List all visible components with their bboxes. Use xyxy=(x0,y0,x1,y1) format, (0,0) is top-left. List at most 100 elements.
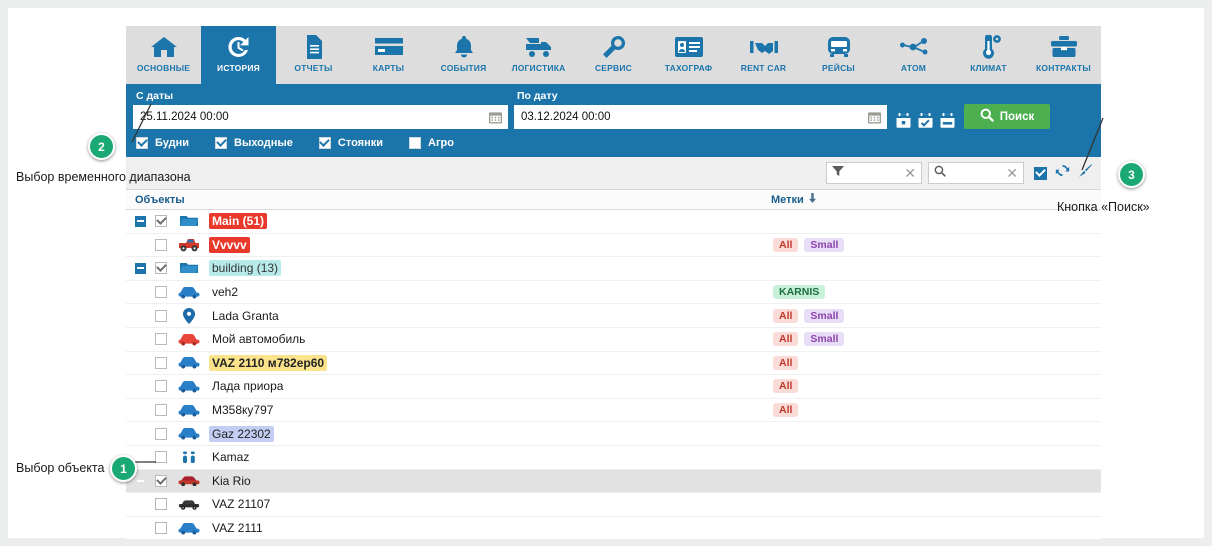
refresh-icon[interactable] xyxy=(1055,163,1070,183)
row-checkbox[interactable] xyxy=(155,380,167,393)
table-row[interactable]: Мой автомобиль All Small xyxy=(126,328,1101,352)
table-row[interactable]: M358ку797 All xyxy=(126,399,1101,423)
row-checkbox[interactable] xyxy=(155,215,167,228)
car-darkred-icon xyxy=(178,474,200,487)
clear-brush-icon[interactable] xyxy=(1078,163,1093,183)
row-checkbox[interactable] xyxy=(155,262,167,275)
table-row[interactable]: Vvvvv All Small xyxy=(126,234,1101,258)
tab-label: RENT CAR xyxy=(740,63,787,73)
tab-klimat[interactable]: КЛИМАТ xyxy=(951,26,1026,84)
calendar-day-icon[interactable] xyxy=(896,113,911,129)
expander-icon[interactable] xyxy=(135,215,146,227)
checkbox-box xyxy=(136,137,148,149)
search-icon xyxy=(934,164,946,182)
checkbox-stoyanki[interactable]: Стоянки xyxy=(318,137,383,149)
tag-badge[interactable]: All xyxy=(773,379,799,394)
tab-atom[interactable]: АТОМ xyxy=(876,26,951,84)
tab-label: ОСНОВНЫЕ xyxy=(136,63,191,73)
row-checkbox[interactable] xyxy=(155,451,167,464)
table-row[interactable]: Лада приора All xyxy=(126,375,1101,399)
row-checkbox[interactable] xyxy=(155,498,167,511)
select-all-checkbox[interactable] xyxy=(1034,166,1047,180)
table-row[interactable]: Kia Rio xyxy=(126,469,1101,494)
table-row[interactable]: VAZ 21107 xyxy=(126,493,1101,517)
table-row[interactable]: veh2 KARNIS xyxy=(126,281,1101,305)
row-checkbox[interactable] xyxy=(155,356,167,369)
row-name: Lada Granta xyxy=(212,308,279,323)
folder-icon xyxy=(178,261,200,275)
row-checkbox[interactable] xyxy=(155,404,167,417)
tab-otchety[interactable]: ОТЧЕТЫ xyxy=(276,26,351,84)
table-row[interactable]: Main (51) xyxy=(126,210,1101,234)
row-tags-cell: All Small xyxy=(771,332,845,347)
tag-badge[interactable]: All xyxy=(773,237,799,252)
checkbox-agro[interactable]: Агро xyxy=(409,137,454,149)
tab-reysy[interactable]: РЕЙСЫ xyxy=(801,26,876,84)
column-header-objects[interactable]: Объекты xyxy=(126,194,771,206)
tab-tahograf[interactable]: ТАХОГРАФ xyxy=(651,26,726,84)
tab-karty[interactable]: КАРТЫ xyxy=(351,26,426,84)
clear-search-icon[interactable]: ✕ xyxy=(1006,166,1018,180)
tag-badge[interactable]: Small xyxy=(804,332,845,347)
table-row[interactable]: VAZ 2110 м782ер60 All xyxy=(126,352,1101,376)
checkbox-vyhodnye[interactable]: Выходные xyxy=(215,137,293,149)
search-field[interactable]: ✕ xyxy=(928,162,1024,184)
tag-badge[interactable]: All xyxy=(773,308,799,323)
column-header-tags[interactable]: Метки xyxy=(771,193,817,206)
row-checkbox[interactable] xyxy=(155,309,167,322)
row-checkbox[interactable] xyxy=(155,238,167,251)
tab-osnovnye[interactable]: ОСНОВНЫЕ xyxy=(126,26,201,84)
expander-icon[interactable] xyxy=(135,262,146,274)
bell-icon xyxy=(453,33,475,60)
tag-badge[interactable]: KARNIS xyxy=(773,285,826,300)
tab-logistika[interactable]: ЛОГИСТИКА xyxy=(501,26,576,84)
tag-badge[interactable]: Small xyxy=(804,237,845,252)
clear-filter-icon[interactable]: ✕ xyxy=(904,166,916,180)
search-button[interactable]: Поиск xyxy=(964,104,1050,129)
row-object-cell: Lada Granta xyxy=(126,307,771,324)
calendar-range-icon[interactable] xyxy=(940,113,955,129)
table-row[interactable]: VAZ 2111 xyxy=(126,517,1101,540)
tab-istoriya[interactable]: ИСТОРИЯ xyxy=(201,26,276,84)
row-checkbox[interactable] xyxy=(155,286,167,299)
tag-badge[interactable]: Small xyxy=(804,308,845,323)
row-checkbox[interactable] xyxy=(155,427,167,440)
row-checkbox[interactable] xyxy=(155,333,167,346)
row-object-cell: veh2 xyxy=(126,284,771,300)
folder-icon xyxy=(178,214,200,228)
table-row[interactable]: Gaz 22302 xyxy=(126,422,1101,446)
tag-badge[interactable]: All xyxy=(773,403,799,418)
filter-field[interactable]: ✕ xyxy=(826,162,922,184)
calendar-icon[interactable] xyxy=(489,111,508,124)
tag-badge[interactable]: All xyxy=(773,355,799,370)
date-to-label: По дату xyxy=(517,90,558,102)
row-tags-cell: All xyxy=(771,403,799,418)
tab-servis[interactable]: СЕРВИС xyxy=(576,26,651,84)
date-from-group: С даты 25.11.2024 00:00 xyxy=(133,89,508,129)
table-row[interactable]: Lada Granta All Small xyxy=(126,304,1101,328)
date-to-input[interactable]: 03.12.2024 00:00 xyxy=(514,105,887,129)
row-object-cell: VAZ 2111 xyxy=(126,520,771,536)
table-row[interactable]: Kamaz xyxy=(126,446,1101,470)
tab-kontrakty[interactable]: КОНТРАКТЫ xyxy=(1026,26,1101,84)
checkbox-budni[interactable]: Будни xyxy=(136,137,189,149)
car-blue-icon xyxy=(178,404,200,417)
date-from-input[interactable]: 25.11.2024 00:00 xyxy=(133,105,508,129)
table-row[interactable]: building (13) xyxy=(126,257,1101,281)
expander-placeholder xyxy=(135,452,146,463)
annotation-number: 3 xyxy=(1128,167,1135,182)
tab-label: ИСТОРИЯ xyxy=(217,63,260,73)
row-checkbox[interactable] xyxy=(155,474,167,487)
calendar-icon[interactable] xyxy=(868,111,887,124)
row-object-cell: M358ку797 xyxy=(126,402,771,418)
tab-rent-car[interactable]: RENT CAR xyxy=(726,26,801,84)
annotation-badge-2: 2 xyxy=(88,133,115,160)
tag-badge[interactable]: All xyxy=(773,332,799,347)
quick-date-buttons xyxy=(887,113,964,129)
row-object-cell: Мой автомобиль xyxy=(126,331,771,347)
calendar-check-icon[interactable] xyxy=(918,113,933,129)
row-object-cell: Kamaz xyxy=(126,449,771,465)
tab-sobytiya[interactable]: СОБЫТИЯ xyxy=(426,26,501,84)
row-checkbox[interactable] xyxy=(155,522,167,535)
card-icon xyxy=(374,33,403,60)
